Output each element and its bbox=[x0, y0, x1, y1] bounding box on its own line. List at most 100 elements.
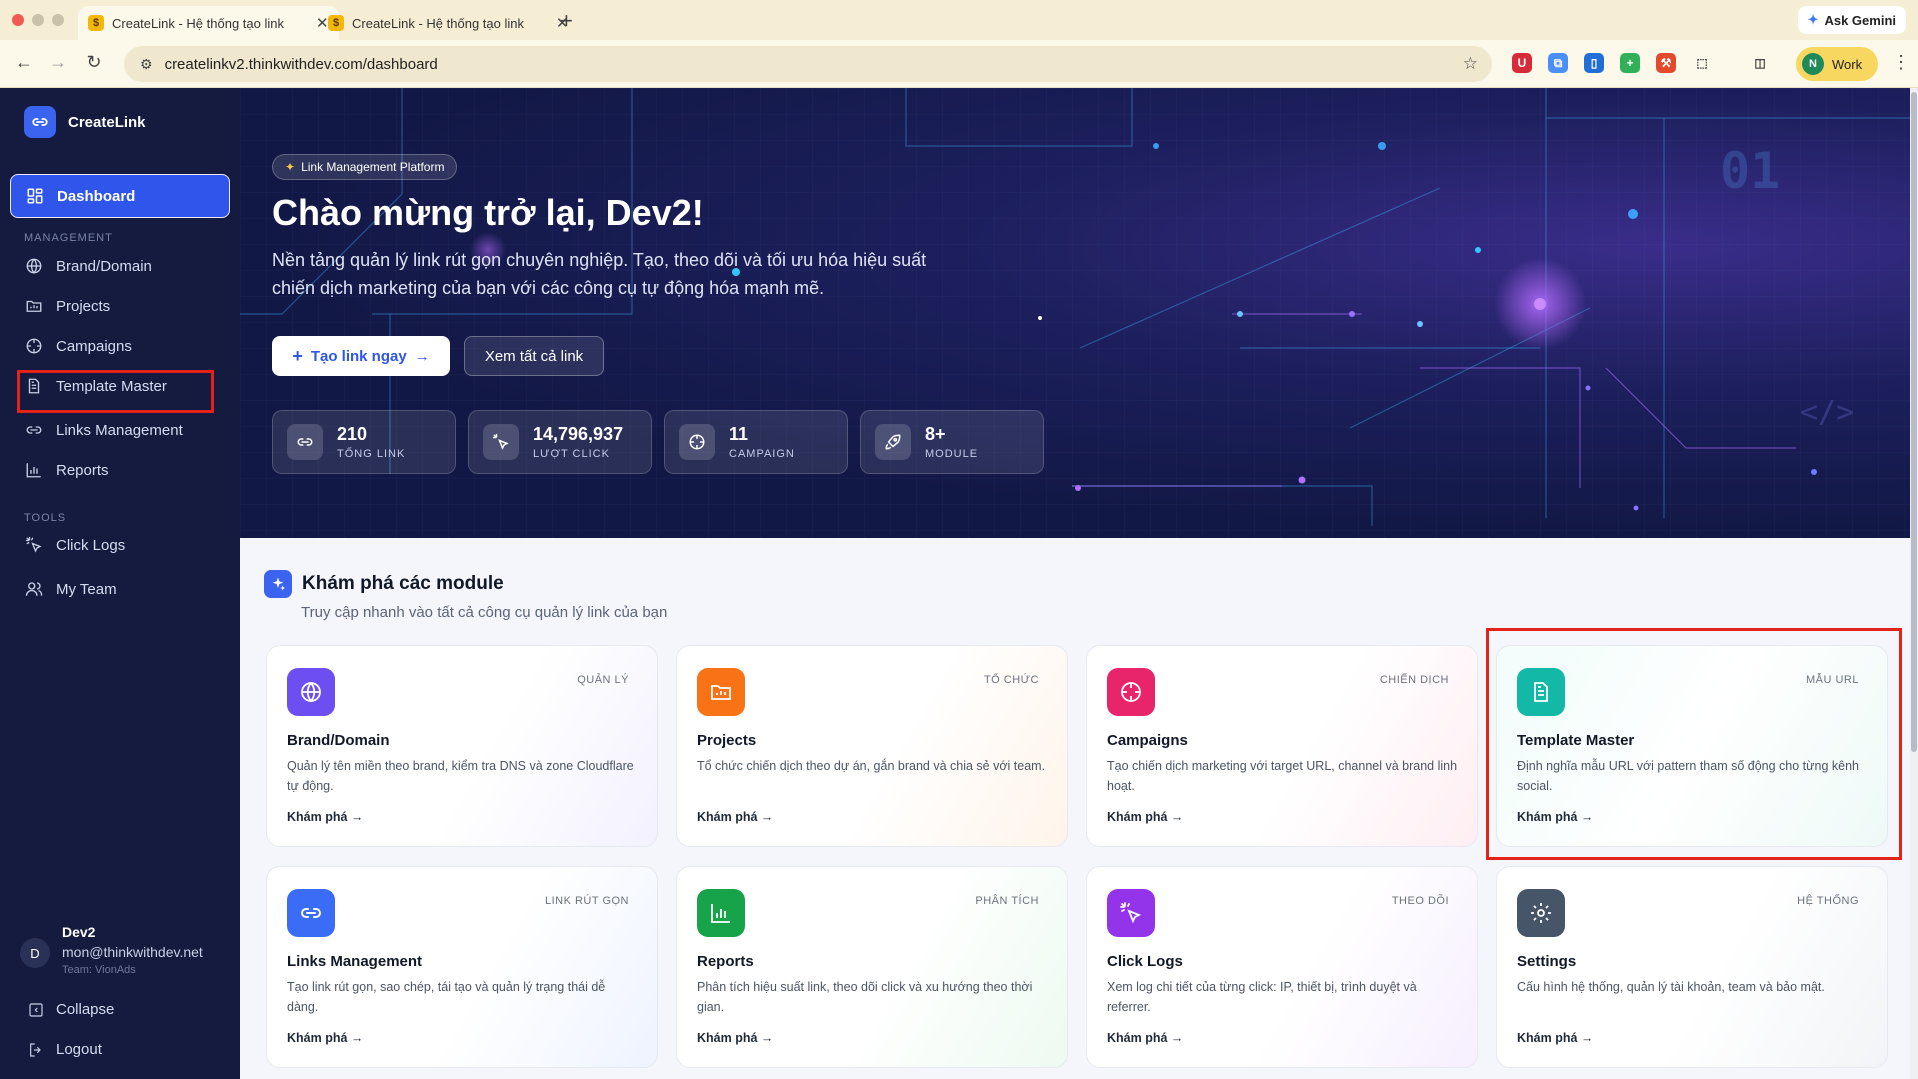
arrow-right-icon: → bbox=[1170, 1031, 1184, 1045]
back-button[interactable]: ← bbox=[12, 52, 36, 73]
user-profile[interactable]: D Dev2 mon@thinkwithdev.net Team: VionAd… bbox=[20, 924, 203, 976]
arrow-right-icon: → bbox=[1170, 810, 1184, 824]
module-title: Links Management bbox=[287, 953, 423, 970]
explore-link[interactable]: Khám phá → bbox=[287, 810, 363, 824]
create-link-button[interactable]: + Tạo link ngay → bbox=[272, 336, 450, 376]
gemini-sparkle-icon: ✦ bbox=[1807, 12, 1819, 27]
ask-gemini-button[interactable]: ✦ Ask Gemini bbox=[1797, 6, 1906, 34]
stat-clicks: 14,796,937 LƯỢT CLICK bbox=[468, 410, 652, 474]
explore-link[interactable]: Khám phá → bbox=[1107, 810, 1183, 824]
sidebar-item-campaigns[interactable]: Campaigns bbox=[10, 324, 230, 368]
modules-subtitle: Truy cập nhanh vào tất cả công cụ quản l… bbox=[301, 604, 668, 621]
reload-button[interactable]: ↻ bbox=[82, 52, 106, 73]
modules-title: Khám phá các module bbox=[302, 573, 504, 594]
globe-icon bbox=[287, 668, 335, 716]
browser-menu-icon[interactable]: ⋮ bbox=[1892, 52, 1910, 73]
address-bar[interactable]: ⚙ createlinkv2.thinkwithdev.com/dashboar… bbox=[124, 46, 1492, 82]
brand-name: CreateLink bbox=[68, 113, 146, 131]
browser-tab[interactable]: $ CreateLink - Hệ thống tạo link ✕ bbox=[318, 6, 579, 40]
explore-label: Khám phá bbox=[1107, 810, 1168, 824]
new-tab-button[interactable]: + bbox=[560, 8, 573, 34]
module-title: Campaigns bbox=[1107, 732, 1188, 749]
target-icon bbox=[1107, 668, 1155, 716]
explore-link[interactable]: Khám phá → bbox=[697, 810, 773, 824]
view-all-links-button[interactable]: Xem tất cả link bbox=[464, 336, 604, 376]
sidebar-item-reports[interactable]: Reports bbox=[10, 448, 230, 492]
stat-total-links: 210 TỔNG LINK bbox=[272, 410, 456, 474]
arrow-right-icon: → bbox=[350, 1031, 364, 1045]
copy-extension-icon[interactable]: ⧉ bbox=[1548, 53, 1568, 73]
sidebar-item-links-management[interactable]: Links Management bbox=[10, 408, 230, 452]
sidebar-item-label: Campaigns bbox=[56, 337, 132, 355]
explore-link[interactable]: Khám phá → bbox=[1517, 1031, 1593, 1045]
profile-label: Work bbox=[1832, 56, 1863, 72]
phone-extension-icon[interactable]: ▯ bbox=[1584, 53, 1604, 73]
decor-number: 01 bbox=[1720, 142, 1780, 200]
sidebar-item-label: Links Management bbox=[56, 421, 183, 439]
side-panel-icon[interactable]: ◫ bbox=[1750, 53, 1770, 73]
module-card-click-logs[interactable]: THEO DÕI Click Logs Xem log chi tiết của… bbox=[1086, 866, 1478, 1068]
explore-link[interactable]: Khám phá → bbox=[1107, 1031, 1183, 1045]
management-section-title: MANAGEMENT bbox=[24, 232, 113, 244]
sidebar-item-projects[interactable]: Projects bbox=[10, 284, 230, 328]
sidebar-item-my-team[interactable]: My Team bbox=[10, 567, 230, 611]
sidebar: CreateLink Dashboard MANAGEMENT Brand/Do… bbox=[0, 88, 240, 1079]
tool-extension-icon[interactable]: ⚒ bbox=[1656, 53, 1676, 73]
module-card-links-management[interactable]: LINK RÚT GỌN Links Management Tạo link r… bbox=[266, 866, 658, 1068]
module-description: Quản lý tên miền theo brand, kiểm tra DN… bbox=[287, 759, 634, 793]
view-all-links-label: Xem tất cả link bbox=[484, 347, 584, 365]
window-maximize-button[interactable] bbox=[52, 14, 64, 26]
highlight-annotation-box bbox=[1486, 628, 1902, 860]
module-card-settings[interactable]: HỆ THỐNG Settings Cấu hình hệ thống, quả… bbox=[1496, 866, 1888, 1068]
browser-tab-active[interactable]: $ CreateLink - Hệ thống tạo link ✕ bbox=[78, 6, 339, 40]
sidebar-item-brand-domain[interactable]: Brand/Domain bbox=[10, 244, 230, 288]
module-description: Phân tích hiệu suất link, theo dõi click… bbox=[697, 980, 1033, 1014]
page-scrollbar-thumb[interactable] bbox=[1911, 92, 1917, 752]
link-icon bbox=[287, 424, 323, 460]
sparkles-icon bbox=[264, 570, 292, 598]
profile-avatar: N bbox=[1802, 53, 1824, 75]
logout-label: Logout bbox=[56, 1041, 102, 1058]
users-icon bbox=[24, 579, 44, 599]
collapse-button[interactable]: Collapse bbox=[28, 1001, 114, 1018]
ublock-extension-icon[interactable]: U bbox=[1512, 53, 1532, 73]
explore-link[interactable]: Khám phá → bbox=[287, 1031, 363, 1045]
sidebar-item-click-logs[interactable]: Click Logs bbox=[10, 523, 230, 567]
module-title: Click Logs bbox=[1107, 953, 1183, 970]
site-settings-icon[interactable]: ⚙ bbox=[140, 56, 153, 73]
module-card-brand-domain[interactable]: QUẢN LÝ Brand/Domain Quản lý tên miền th… bbox=[266, 645, 658, 847]
plus-icon: + bbox=[292, 345, 303, 366]
window-close-button[interactable] bbox=[12, 14, 24, 26]
bookmark-star-icon[interactable]: ☆ bbox=[1463, 54, 1478, 74]
module-title: Settings bbox=[1517, 953, 1577, 970]
rocket-icon bbox=[875, 424, 911, 460]
link-icon bbox=[287, 889, 335, 937]
folder-icon bbox=[24, 296, 44, 316]
module-title: Reports bbox=[697, 953, 754, 970]
collapse-label: Collapse bbox=[56, 1001, 115, 1018]
module-tag: TỔ CHỨC bbox=[983, 674, 1039, 686]
profile-button[interactable]: N Work bbox=[1796, 47, 1878, 81]
explore-link[interactable]: Khám phá → bbox=[697, 1031, 773, 1045]
stat-modules: 8+ MODULE bbox=[860, 410, 1044, 474]
plus-extension-icon[interactable]: + bbox=[1620, 53, 1640, 73]
decor-code: </> bbox=[1800, 395, 1854, 430]
brand-logo-link[interactable]: CreateLink bbox=[24, 106, 146, 138]
module-tag: QUẢN LÝ bbox=[577, 674, 629, 686]
click-icon bbox=[483, 424, 519, 460]
module-card-reports[interactable]: PHÂN TÍCH Reports Phân tích hiệu suất li… bbox=[676, 866, 1068, 1068]
tab-title: CreateLink - Hệ thống tạo link bbox=[112, 15, 284, 31]
window-minimize-button[interactable] bbox=[32, 14, 44, 26]
module-card-campaigns[interactable]: CHIẾN DỊCH Campaigns Tạo chiến dịch mark… bbox=[1086, 645, 1478, 847]
module-card-projects[interactable]: TỔ CHỨC Projects Tổ chức chiến dịch theo… bbox=[676, 645, 1068, 847]
browser-tab-bar: $ CreateLink - Hệ thống tạo link ✕ $ Cre… bbox=[0, 0, 1918, 40]
hero-description: Nền tảng quản lý link rút gọn chuyên ngh… bbox=[272, 250, 927, 298]
module-description: Tạo link rút gọn, sao chép, tái tạo và q… bbox=[287, 980, 606, 1014]
sidebar-item-dashboard[interactable]: Dashboard bbox=[10, 174, 230, 218]
stat-label: MODULE bbox=[925, 448, 979, 460]
sidebar-item-label: My Team bbox=[56, 580, 117, 598]
logout-button[interactable]: Logout bbox=[28, 1041, 102, 1058]
extensions-puzzle-icon[interactable]: ⬚ bbox=[1692, 53, 1712, 73]
forward-button[interactable]: → bbox=[46, 52, 70, 73]
welcome-title: Chào mừng trở lại, Dev2! bbox=[272, 192, 704, 233]
